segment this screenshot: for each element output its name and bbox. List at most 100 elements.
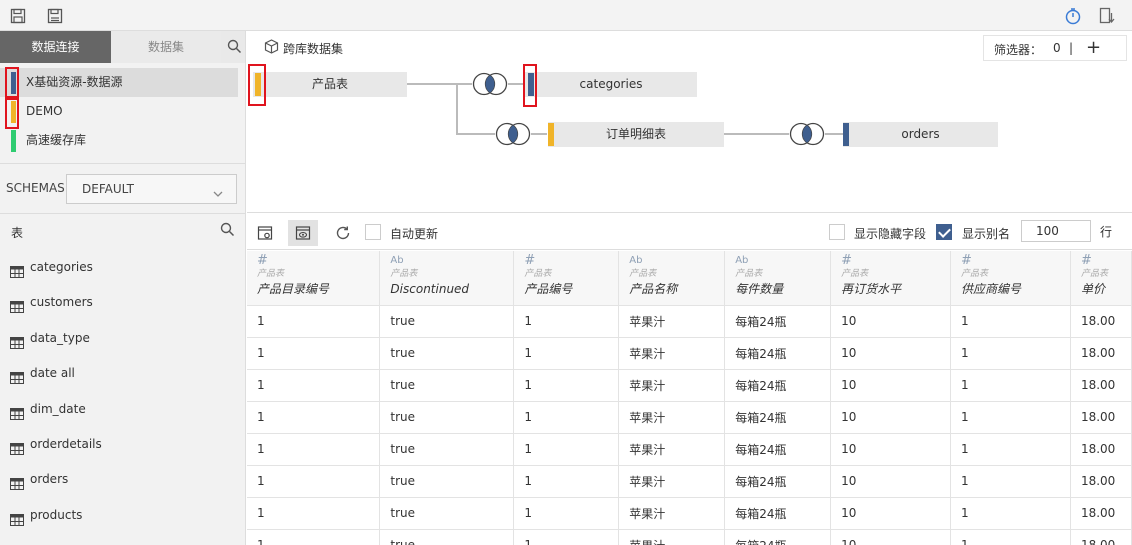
column-header[interactable]: Ab 产品表 每件数量: [724, 251, 832, 306]
table-cell[interactable]: 18.00: [1070, 305, 1132, 338]
table-cell[interactable]: 1: [513, 305, 620, 338]
column-header[interactable]: # 产品表 产品编号: [513, 251, 620, 306]
column-header[interactable]: # 产品表 单价: [1070, 251, 1132, 306]
tab-dataset[interactable]: 数据集: [111, 31, 221, 63]
table-cell[interactable]: 18.00: [1070, 369, 1132, 402]
data-source-item[interactable]: X基础资源-数据源: [0, 68, 238, 97]
table-cell[interactable]: 1: [513, 529, 620, 545]
table-cell[interactable]: 1: [513, 433, 620, 466]
table-cell[interactable]: 1: [950, 369, 1071, 402]
table-cell[interactable]: 10: [830, 433, 952, 466]
save-as-icon[interactable]: [45, 6, 65, 26]
refresh-icon[interactable]: [328, 220, 358, 246]
table-cell[interactable]: 每箱24瓶: [724, 497, 832, 530]
table-cell[interactable]: 18.00: [1070, 465, 1132, 498]
table-cell[interactable]: true: [379, 497, 515, 530]
column-header[interactable]: # 产品表 产品目录编号: [247, 251, 381, 306]
table-cell[interactable]: 苹果汁: [618, 529, 726, 545]
table-cell[interactable]: 苹果汁: [618, 433, 726, 466]
show-hidden-checkbox[interactable]: [829, 224, 845, 240]
column-header[interactable]: # 产品表 再订货水平: [830, 251, 952, 306]
table-list-item[interactable]: date all: [0, 357, 245, 392]
auto-update-checkbox[interactable]: [365, 224, 381, 240]
data-source-item[interactable]: 高速缓存库: [0, 126, 245, 155]
table-list-item[interactable]: data_type: [0, 322, 245, 357]
join-icon[interactable]: [788, 122, 826, 149]
join-icon[interactable]: [494, 122, 532, 149]
table-cell[interactable]: 10: [830, 529, 952, 545]
table-node-products[interactable]: 产品表: [253, 72, 407, 97]
table-cell[interactable]: 每箱24瓶: [724, 337, 832, 370]
table-cell[interactable]: 18.00: [1070, 529, 1132, 545]
preview-data-icon[interactable]: [288, 220, 318, 246]
column-header[interactable]: Ab 产品表 Discontinued: [379, 251, 515, 306]
table-cell[interactable]: 10: [830, 369, 952, 402]
table-cell[interactable]: true: [379, 337, 515, 370]
table-cell[interactable]: 10: [830, 497, 952, 530]
table-list-item[interactable]: orderdetails: [0, 428, 245, 463]
table-node-orderdetails[interactable]: 订单明细表: [548, 122, 724, 147]
table-cell[interactable]: 苹果汁: [618, 465, 726, 498]
table-cell[interactable]: 苹果汁: [618, 369, 726, 402]
table-cell[interactable]: 18.00: [1070, 337, 1132, 370]
tab-data-connection[interactable]: 数据连接: [0, 31, 111, 63]
table-cell[interactable]: 苹果汁: [618, 401, 726, 434]
table-cell[interactable]: true: [379, 433, 515, 466]
show-alias-checkbox[interactable]: [936, 224, 952, 240]
table-cell[interactable]: true: [379, 369, 515, 402]
table-cell[interactable]: 1: [513, 497, 620, 530]
table-cell[interactable]: 1: [513, 465, 620, 498]
table-node-orders[interactable]: orders: [843, 122, 998, 147]
table-cell[interactable]: true: [379, 305, 515, 338]
column-header[interactable]: Ab 产品表 产品名称: [618, 251, 726, 306]
table-list-item[interactable]: customers: [0, 286, 245, 321]
table-cell[interactable]: 苹果汁: [618, 497, 726, 530]
table-list-item[interactable]: dim_date: [0, 393, 245, 428]
schema-select[interactable]: DEFAULT: [66, 174, 237, 204]
row-limit-input[interactable]: 100: [1021, 220, 1091, 242]
table-cell[interactable]: 1: [247, 433, 381, 466]
table-list-item[interactable]: products: [0, 499, 245, 534]
preview-settings-icon[interactable]: [250, 220, 280, 246]
table-cell[interactable]: 1: [950, 465, 1071, 498]
table-cell[interactable]: 1: [950, 497, 1071, 530]
join-icon[interactable]: [471, 72, 509, 99]
table-cell[interactable]: 苹果汁: [618, 305, 726, 338]
table-cell[interactable]: 10: [830, 401, 952, 434]
table-cell[interactable]: 1: [513, 369, 620, 402]
search-icon[interactable]: [227, 39, 242, 57]
timer-icon[interactable]: [1063, 6, 1083, 26]
table-cell[interactable]: 1: [247, 337, 381, 370]
table-cell[interactable]: 1: [950, 337, 1071, 370]
table-cell[interactable]: 每箱24瓶: [724, 465, 832, 498]
search-icon[interactable]: [220, 222, 235, 240]
table-cell[interactable]: 每箱24瓶: [724, 305, 832, 338]
table-list-item[interactable]: orders: [0, 463, 245, 498]
data-source-item[interactable]: DEMO: [0, 97, 245, 126]
table-cell[interactable]: 1: [247, 497, 381, 530]
table-cell[interactable]: 1: [950, 305, 1071, 338]
table-cell[interactable]: 1: [247, 305, 381, 338]
table-cell[interactable]: 1: [247, 465, 381, 498]
table-cell[interactable]: 1: [950, 529, 1071, 545]
table-node-categories[interactable]: categories: [525, 72, 697, 97]
table-list-item[interactable]: categories: [0, 251, 245, 286]
table-cell[interactable]: 1: [247, 401, 381, 434]
table-cell[interactable]: 10: [830, 337, 952, 370]
table-cell[interactable]: 18.00: [1070, 497, 1132, 530]
table-cell[interactable]: 每箱24瓶: [724, 369, 832, 402]
table-cell[interactable]: 每箱24瓶: [724, 529, 832, 545]
table-cell[interactable]: true: [379, 529, 515, 545]
table-cell[interactable]: 1: [247, 529, 381, 545]
table-cell[interactable]: 1: [950, 401, 1071, 434]
table-cell[interactable]: 1: [950, 433, 1071, 466]
table-cell[interactable]: 18.00: [1070, 433, 1132, 466]
column-header[interactable]: # 产品表 供应商编号: [950, 251, 1071, 306]
table-cell[interactable]: 1: [247, 369, 381, 402]
table-cell[interactable]: true: [379, 465, 515, 498]
export-icon[interactable]: [1097, 6, 1117, 26]
table-cell[interactable]: 10: [830, 305, 952, 338]
table-cell[interactable]: 每箱24瓶: [724, 433, 832, 466]
table-cell[interactable]: 1: [513, 337, 620, 370]
save-icon[interactable]: [8, 6, 28, 26]
